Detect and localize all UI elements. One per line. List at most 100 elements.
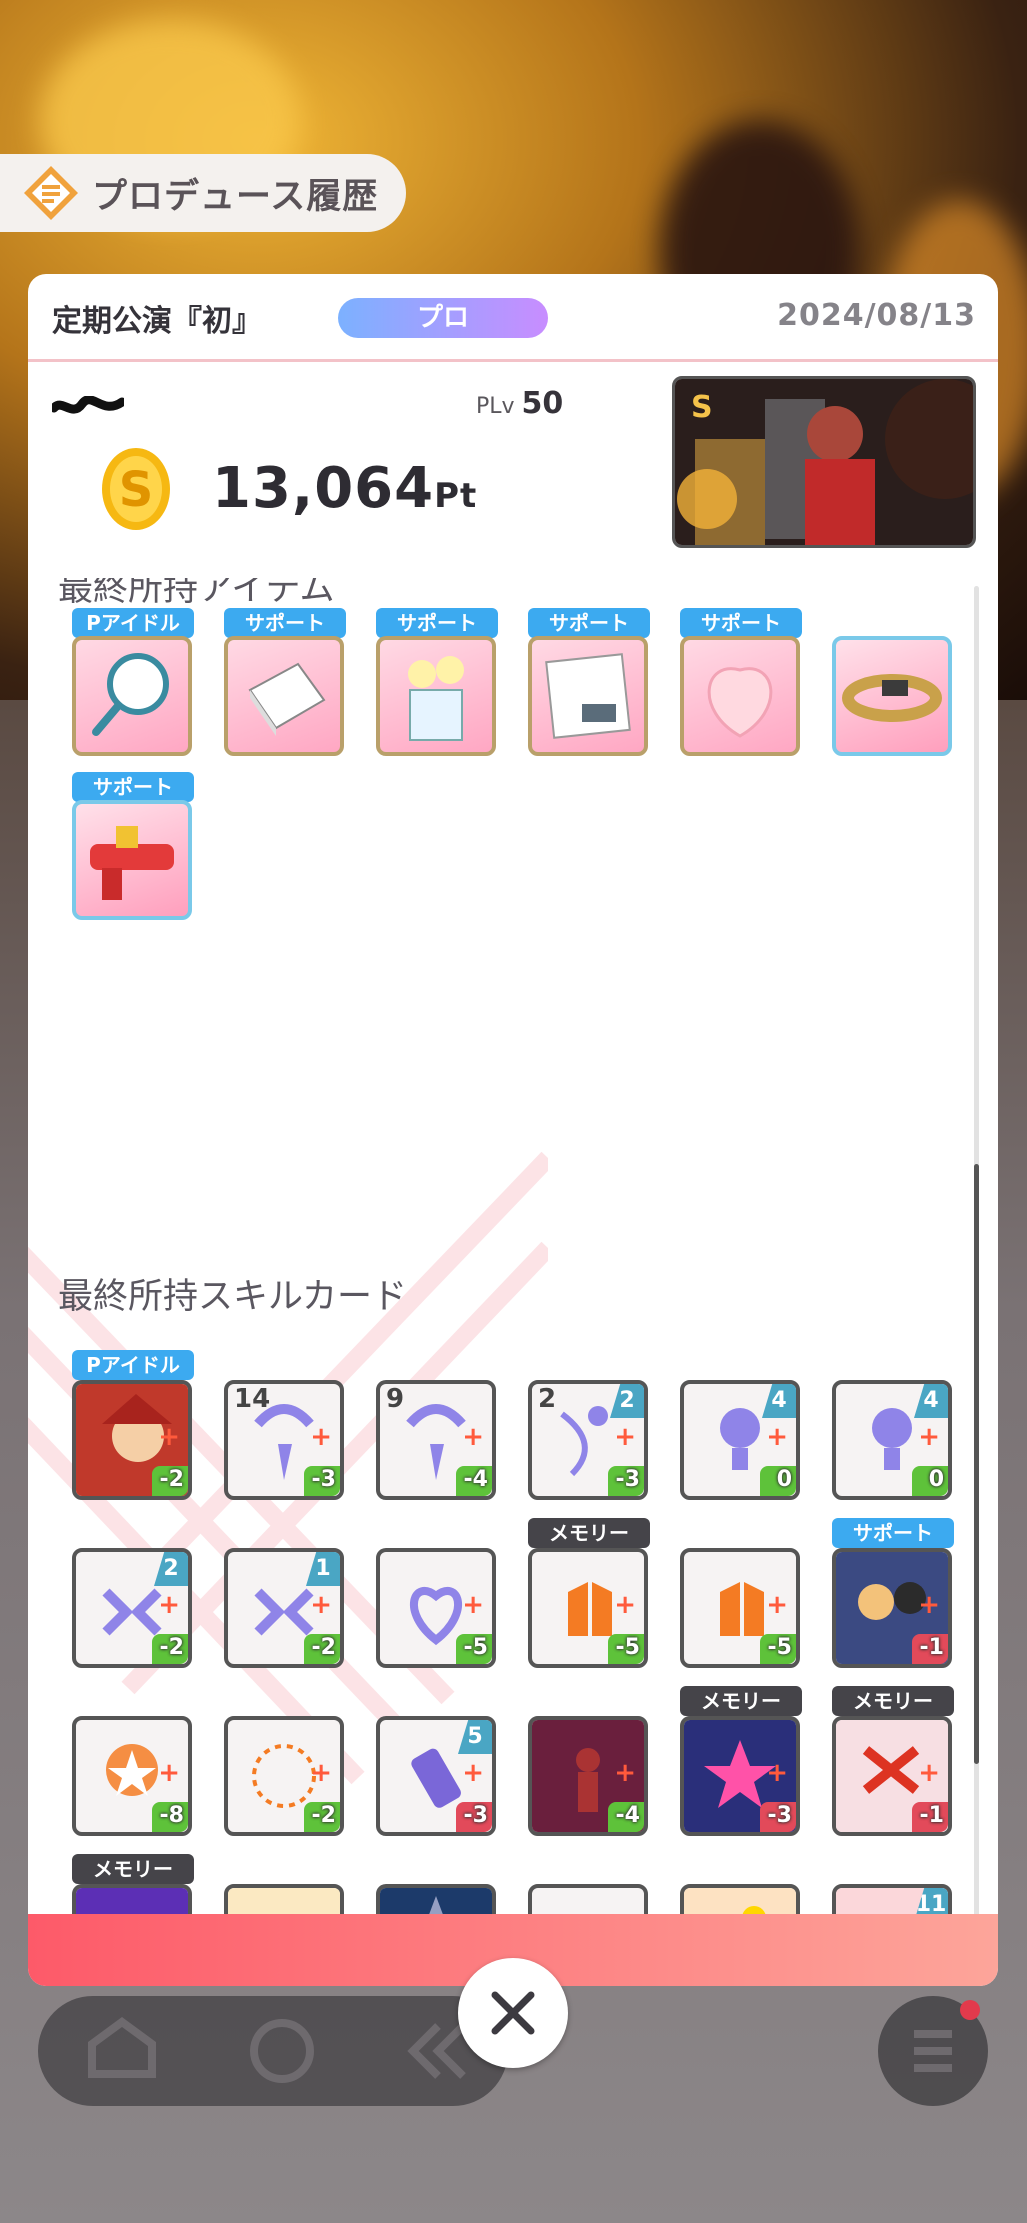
skill-card[interactable]: + -3 5 [376, 1716, 498, 1838]
plus-icon: + [462, 1590, 484, 1620]
skill-card[interactable]: + -4 9 [376, 1380, 498, 1502]
skill-frame: +-1 [832, 1716, 952, 1836]
skill-card[interactable]: サポート + -1 [832, 1518, 954, 1670]
back-icon [407, 2023, 466, 2079]
item-frame [680, 636, 800, 756]
skill-frame: +-2 [680, 1884, 800, 1914]
skill-card[interactable]: + -4 [528, 1716, 650, 1838]
skill-frame: +-5 [528, 1884, 648, 1914]
skill-card[interactable]: + -5 [376, 1548, 498, 1670]
home-icon [88, 2017, 156, 2078]
skill-frame: +-5 [528, 1548, 648, 1668]
item-card[interactable]: Pアイドル [72, 608, 194, 758]
skill-frame: + -2 2 [72, 1548, 192, 1668]
redacted-name-scribble [52, 396, 124, 414]
rank-letter: S [119, 462, 154, 518]
item-card[interactable]: サポート [528, 608, 650, 758]
card-header: 定期公演『初』 プロ 2024/08/13 [28, 274, 998, 362]
skill-card[interactable]: +-2 [680, 1884, 802, 1914]
item-card[interactable] [832, 636, 954, 758]
clap-hands-icon [532, 1888, 644, 1914]
skill-card[interactable]: +0 4 [680, 1380, 802, 1502]
skill-card[interactable]: + -2 1 [224, 1548, 346, 1670]
skill-frame: + -3 2 2 [528, 1380, 648, 1500]
skill-card[interactable]: +011 [832, 1884, 954, 1914]
skills-section-title: 最終所持スキルカード [58, 1277, 407, 1317]
history-diamond-icon [22, 164, 80, 222]
plus-icon: + [766, 1422, 788, 1452]
plus-icon: + [310, 1422, 332, 1452]
score-value: 13,064 [212, 456, 435, 521]
skill-card[interactable]: メモリー + -3 [680, 1686, 802, 1838]
history-card: 定期公演『初』 プロ 2024/08/13 PLv 50 S 13,064Pt [28, 274, 998, 1986]
skill-badge: メモリー [680, 1686, 802, 1716]
skill-cost: -2 [159, 1467, 184, 1492]
stage-jump-icon [684, 1888, 796, 1914]
plv-value: 50 [521, 386, 564, 421]
plus-icon: + [310, 1758, 332, 1788]
close-button[interactable] [458, 1958, 568, 2068]
score-unit: Pt [434, 476, 478, 516]
hit-count: 14 [234, 1384, 271, 1414]
skill-card[interactable]: +-5 [680, 1548, 802, 1670]
item-card[interactable]: サポート [376, 608, 498, 758]
skill-frame: +-5 [376, 1884, 496, 1914]
rainbow-stage-icon [76, 1888, 188, 1914]
skill-frame: + -2 1 [224, 1548, 344, 1668]
plv-label: PLv [476, 394, 515, 419]
plus-icon: + [918, 1590, 940, 1620]
performance-date: 2024/08/13 [777, 298, 976, 333]
skill-frame: + -3 5 [376, 1716, 496, 1836]
skill-card[interactable]: + -3 14 [224, 1380, 346, 1502]
close-icon [491, 1991, 535, 2035]
skill-card[interactable]: メモリー + -1 [832, 1686, 954, 1838]
skill-card[interactable]: メモリー + -5 [528, 1518, 650, 1670]
notification-dot [960, 2000, 980, 2020]
skill-frame: +0 4 [680, 1380, 800, 1500]
bottom-nav [38, 1996, 508, 2106]
skill-frame: +-1 [224, 1884, 344, 1914]
water-gun-icon [90, 826, 174, 900]
skill-card[interactable]: +-5 [376, 1884, 498, 1914]
plus-icon: + [766, 1758, 788, 1788]
item-frame [72, 636, 192, 756]
item-card[interactable]: サポート [72, 772, 194, 922]
skill-cost: -3 [463, 1803, 488, 1828]
skill-cost: -4 [615, 1803, 640, 1828]
plus-icon: + [158, 1422, 180, 1452]
skill-frame: + -2 [72, 1380, 192, 1500]
skill-card[interactable]: +-2 [224, 1716, 346, 1838]
items-section-title: 最終所持アイテム [58, 578, 335, 609]
skill-card[interactable]: +0 4 [832, 1380, 954, 1502]
skill-card[interactable]: + -2 2 [72, 1548, 194, 1670]
rank-s-icon: S [100, 446, 172, 532]
hit-count: 2 [538, 1384, 557, 1414]
skill-cost: -5 [767, 1635, 792, 1660]
skill-cost: -5 [615, 1635, 640, 1660]
spotlight-idol-icon [380, 1888, 492, 1914]
plus-icon: + [614, 1422, 636, 1452]
skill-frame: +-9 [72, 1884, 192, 1914]
skill-frame: +011 [832, 1884, 952, 1914]
item-badge: サポート [528, 608, 650, 638]
skill-cost: -5 [463, 1635, 488, 1660]
item-frame [528, 636, 648, 756]
skill-card[interactable]: メモリー+-9 [72, 1854, 194, 1914]
header-tab: プロデュース履歴 [0, 154, 406, 232]
skill-card[interactable]: Pアイドル + -2 [72, 1350, 194, 1502]
skill-badge: メモリー [528, 1518, 650, 1548]
item-frame [72, 800, 192, 920]
item-card[interactable]: サポート [680, 608, 802, 758]
scrollbar-thumb[interactable] [974, 1164, 979, 1764]
skill-card[interactable]: + -3 2 2 [528, 1380, 650, 1502]
skill-card[interactable]: +-1 [224, 1884, 346, 1914]
skill-card[interactable]: +-5 [528, 1884, 650, 1914]
scroll-content[interactable]: 最終所持アイテム Pアイドル サポート サポート サポート サポート サポート 最終所持ス… [28, 578, 998, 1914]
skill-frame: + -5 [376, 1548, 496, 1668]
hit-count: 9 [386, 1384, 405, 1414]
skill-card[interactable]: + -8 [72, 1716, 194, 1838]
item-frame [832, 636, 952, 756]
item-frame [376, 636, 496, 756]
plus-icon: + [918, 1422, 940, 1452]
item-card[interactable]: サポート [224, 608, 346, 758]
